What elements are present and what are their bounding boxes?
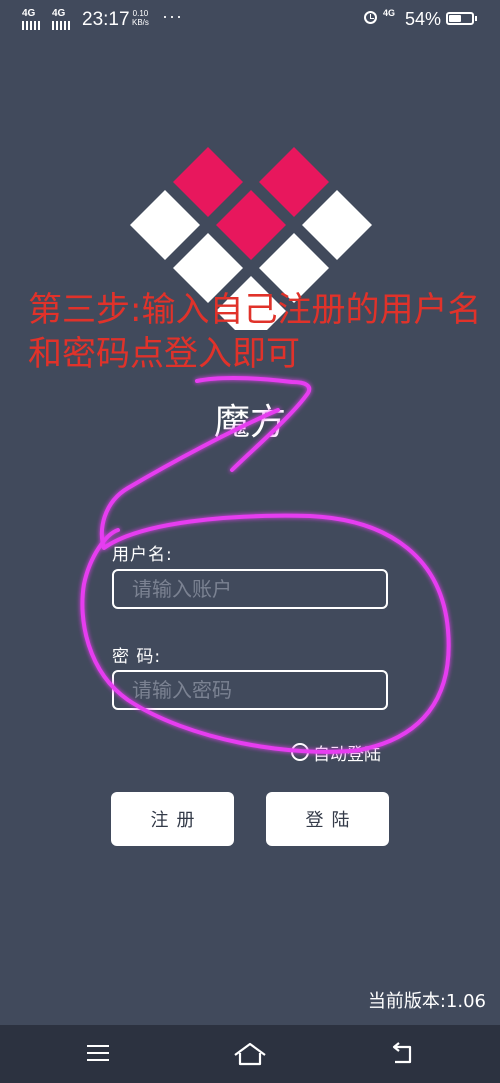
username-label: 用户名: [112,545,173,565]
system-nav-bar [0,1025,500,1083]
back-icon[interactable] [390,1041,416,1067]
username-input[interactable] [112,569,388,609]
logo-diamond [216,190,286,260]
instruction-annotation: 第三步:输入自己注册的用户名和密码点登入即可 [28,290,482,374]
logo-diamond [302,190,372,260]
login-button[interactable]: 登陆 [266,792,389,846]
auto-login-radio[interactable] [291,743,309,761]
auto-login-label: 自动登陆 [313,744,381,765]
password-input[interactable] [112,670,388,710]
password-label: 密 码: [112,647,162,667]
register-button[interactable]: 注册 [111,792,234,846]
logo-diamond [173,147,243,217]
home-icon[interactable] [232,1041,268,1067]
logo-diamond [259,147,329,217]
app-name: 魔方 [213,402,286,443]
logo-diamond [130,190,200,260]
version-label: 当前版本:1.06 [367,991,486,1012]
app-logo [130,147,372,330]
menu-icon[interactable] [87,1045,109,1062]
auto-login-option[interactable]: 自动登陆 [291,741,381,765]
